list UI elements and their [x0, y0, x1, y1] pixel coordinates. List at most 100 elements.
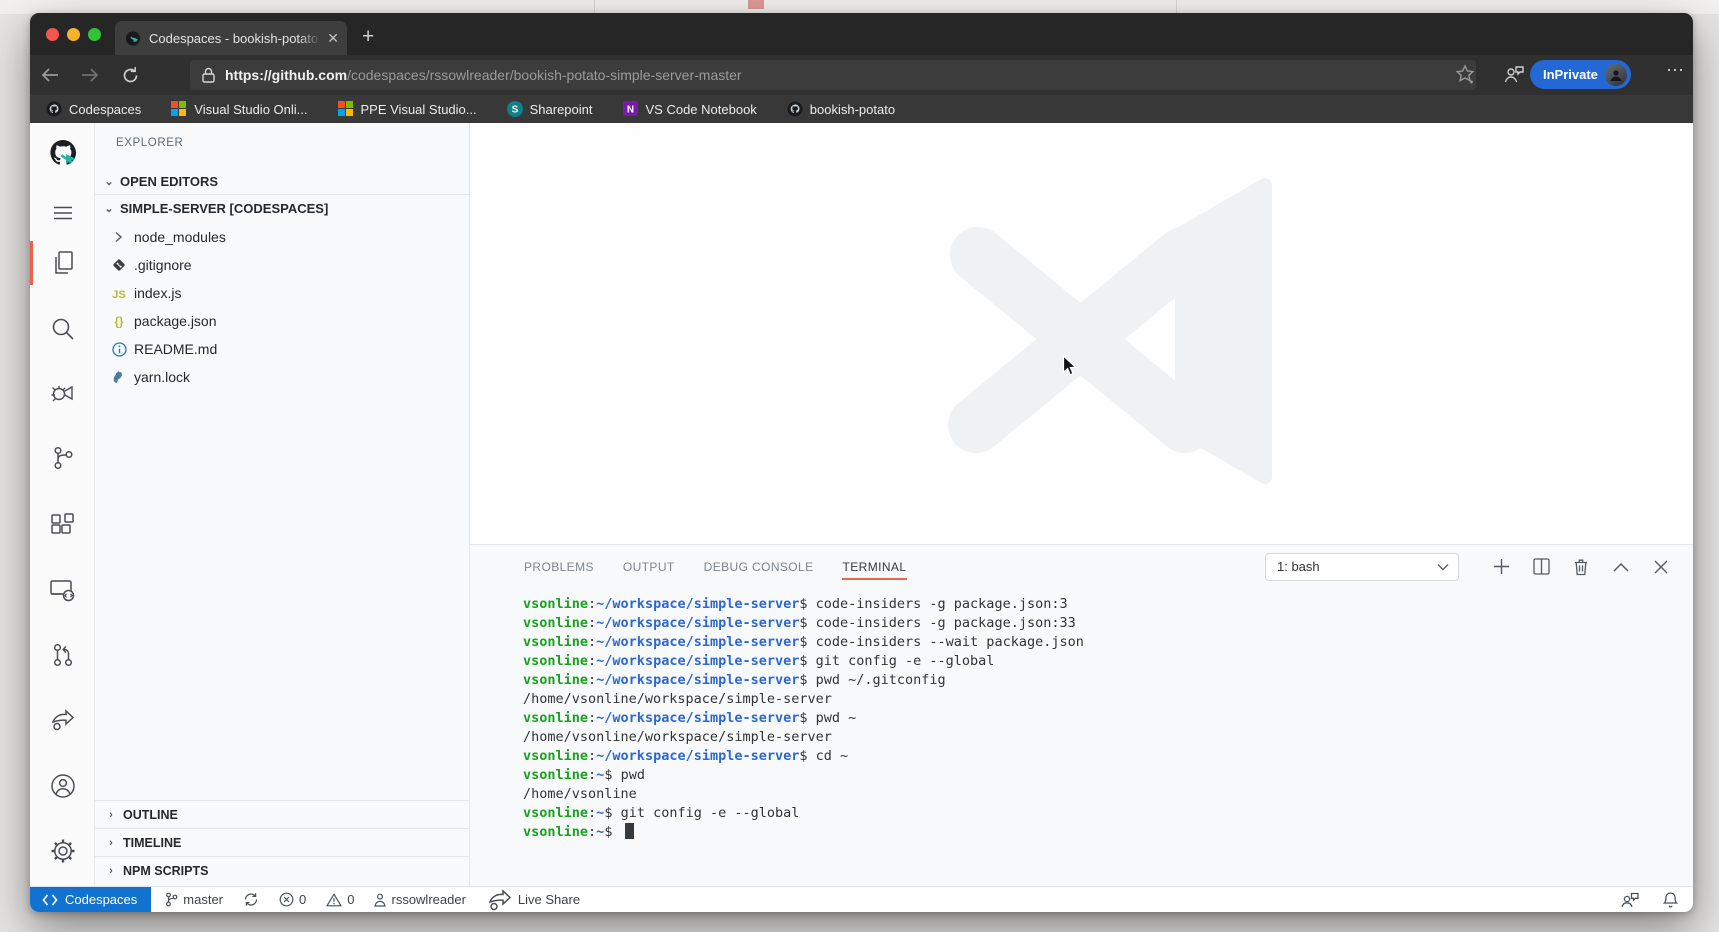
- activity-item-codespaces-logo[interactable]: [30, 130, 95, 178]
- sidebar-section-npm-scripts[interactable]: ›NPM SCRIPTS: [95, 856, 469, 884]
- activity-item-pull-requests[interactable]: [30, 631, 95, 679]
- js-icon: JS: [109, 287, 129, 300]
- status-item-rssowlreader[interactable]: rssowlreader: [374, 892, 465, 907]
- bookmark-label: Codespaces: [69, 102, 141, 117]
- file-item[interactable]: yarn.lock: [95, 363, 469, 391]
- panel-tab-terminal[interactable]: TERMINAL: [842, 554, 908, 580]
- octocat-vscode-icon: [46, 137, 80, 171]
- activity-item-settings[interactable]: [30, 827, 95, 875]
- file-name: package.json: [134, 313, 217, 329]
- url-bar[interactable]: https://github.com/codespaces/rssowlread…: [190, 60, 1476, 90]
- browser-menu-icon[interactable]: ⋯: [1666, 60, 1685, 81]
- bookmark-item[interactable]: Visual Studio Onli...: [171, 101, 307, 117]
- tab-close-icon[interactable]: ✕: [327, 30, 339, 47]
- lock-icon: [202, 67, 215, 83]
- status-item-master[interactable]: master: [165, 892, 223, 907]
- section-label: TIMELINE: [123, 836, 181, 850]
- new-terminal-icon[interactable]: [1481, 558, 1521, 575]
- status-item-live-share[interactable]: Live Share: [486, 887, 580, 913]
- sidebar-section-timeline[interactable]: ›TIMELINE: [95, 828, 469, 856]
- sidebar-bottom-sections: ›OUTLINE›TIMELINE›NPM SCRIPTS: [95, 800, 469, 884]
- project-root-item[interactable]: ⌄ SIMPLE-SERVER [CODESPACES]: [95, 195, 469, 222]
- file-item[interactable]: README.md: [95, 335, 469, 363]
- bottom-panel: PROBLEMS OUTPUT DEBUG CONSOLE TERMINAL 1: b…: [470, 545, 1693, 886]
- remote-indicator-badge[interactable]: Codespaces: [30, 887, 151, 912]
- panel-tab-problems[interactable]: PROBLEMS: [523, 554, 595, 580]
- inprivate-badge[interactable]: InPrivate: [1530, 60, 1631, 89]
- source-control-icon: [51, 445, 75, 471]
- status-item-0[interactable]: 0: [326, 892, 354, 907]
- file-item[interactable]: JSindex.js: [95, 279, 469, 307]
- profile-avatar[interactable]: [1605, 64, 1627, 86]
- status-item-0[interactable]: 0: [279, 892, 306, 907]
- favorites-star-icon[interactable]: [1454, 63, 1476, 85]
- warning-icon: [326, 893, 342, 907]
- tab-title: Codespaces - bookish-potato: [149, 31, 321, 46]
- bookmark-item[interactable]: bookish-potato: [787, 101, 895, 117]
- panel-tab-debug-console[interactable]: DEBUG CONSOLE: [703, 554, 815, 580]
- codespaces-status-label: Codespaces: [65, 892, 137, 907]
- terminal-output-line: /home/vsonline: [523, 785, 1673, 804]
- live-share-icon: [49, 707, 76, 733]
- file-item[interactable]: .gitignore: [95, 251, 469, 279]
- file-tree: node_modules .gitignoreJSindex.js{}packag…: [95, 223, 469, 391]
- activity-item-source-control[interactable]: [30, 434, 95, 482]
- open-editors-section[interactable]: ⌄ OPEN EDITORS: [95, 168, 469, 195]
- url-host: https://github.com: [225, 67, 347, 83]
- debug-icon: [49, 381, 76, 405]
- new-tab-button[interactable]: +: [362, 23, 374, 51]
- refresh-icon[interactable]: [110, 66, 150, 85]
- terminal-select[interactable]: 1: bash: [1265, 553, 1459, 581]
- bookmark-item[interactable]: S Sharepoint: [507, 101, 593, 117]
- file-item[interactable]: node_modules: [95, 223, 469, 251]
- status-item-sync-icon[interactable]: [243, 892, 259, 907]
- sharepoint-icon: S: [507, 101, 523, 117]
- back-icon[interactable]: [30, 66, 70, 84]
- maximize-panel-icon[interactable]: [1601, 562, 1641, 572]
- editor-area[interactable]: [470, 123, 1693, 545]
- terminal-output[interactable]: vsonline:~/workspace/simple-server$ code…: [523, 595, 1673, 886]
- kill-terminal-icon[interactable]: [1561, 558, 1601, 576]
- chevron-down-icon: [1437, 563, 1449, 571]
- file-item[interactable]: {}package.json: [95, 307, 469, 335]
- bookmark-label: Sharepoint: [530, 102, 593, 117]
- activity-item-run-debug[interactable]: [30, 369, 95, 417]
- bookmark-label: PPE Visual Studio...: [361, 102, 477, 117]
- bookmark-item[interactable]: NVS Code Notebook: [623, 101, 757, 117]
- send-feedback-icon[interactable]: [1502, 63, 1526, 87]
- browser-tab[interactable]: Codespaces - bookish-potato ✕: [115, 21, 347, 55]
- activity-item-menu[interactable]: [30, 189, 95, 237]
- terminal-prompt-line: vsonline:~/workspace/simple-server$ pwd …: [523, 671, 1673, 690]
- window-controls: [46, 28, 101, 41]
- activity-item-explorer[interactable]: [30, 239, 95, 287]
- activity-item-remote-explorer[interactable]: [30, 566, 95, 614]
- bookmark-item[interactable]: Codespaces: [46, 101, 141, 117]
- file-name: README.md: [134, 341, 217, 357]
- zoom-window-button[interactable]: [88, 28, 101, 41]
- activity-item-live-share[interactable]: [30, 696, 95, 744]
- activity-item-search[interactable]: [30, 304, 95, 352]
- split-terminal-icon[interactable]: [1521, 558, 1561, 575]
- close-panel-icon[interactable]: [1641, 560, 1681, 574]
- activity-item-account[interactable]: [30, 762, 95, 810]
- bookmark-item[interactable]: PPE Visual Studio...: [338, 101, 477, 117]
- forward-icon[interactable]: [70, 66, 110, 84]
- panel-tab-output[interactable]: OUTPUT: [622, 554, 676, 580]
- close-window-button[interactable]: [46, 28, 59, 41]
- activity-item-extensions[interactable]: [30, 500, 95, 548]
- feedback-icon[interactable]: [1620, 891, 1640, 909]
- minimize-window-button[interactable]: [67, 28, 80, 41]
- terminal-prompt-line: vsonline:~/workspace/simple-server$ code…: [523, 633, 1673, 652]
- sidebar-section-outline[interactable]: ›OUTLINE: [95, 800, 469, 828]
- status-item-label: Live Share: [518, 892, 580, 907]
- status-items: master 0 0 rssowlreader Live Share: [165, 887, 580, 913]
- terminal-prompt-line: vsonline:~$: [523, 823, 1673, 842]
- file-name: node_modules: [134, 229, 226, 245]
- svg-text:JS: JS: [112, 289, 125, 300]
- section-label: NPM SCRIPTS: [123, 864, 208, 878]
- ms-icon: [338, 101, 354, 117]
- notifications-bell-icon[interactable]: [1662, 891, 1679, 909]
- terminal-select-value: 1: bash: [1277, 559, 1437, 574]
- background-divider: [1176, 0, 1177, 14]
- terminal-prompt-line: vsonline:~$ git config -e --global: [523, 804, 1673, 823]
